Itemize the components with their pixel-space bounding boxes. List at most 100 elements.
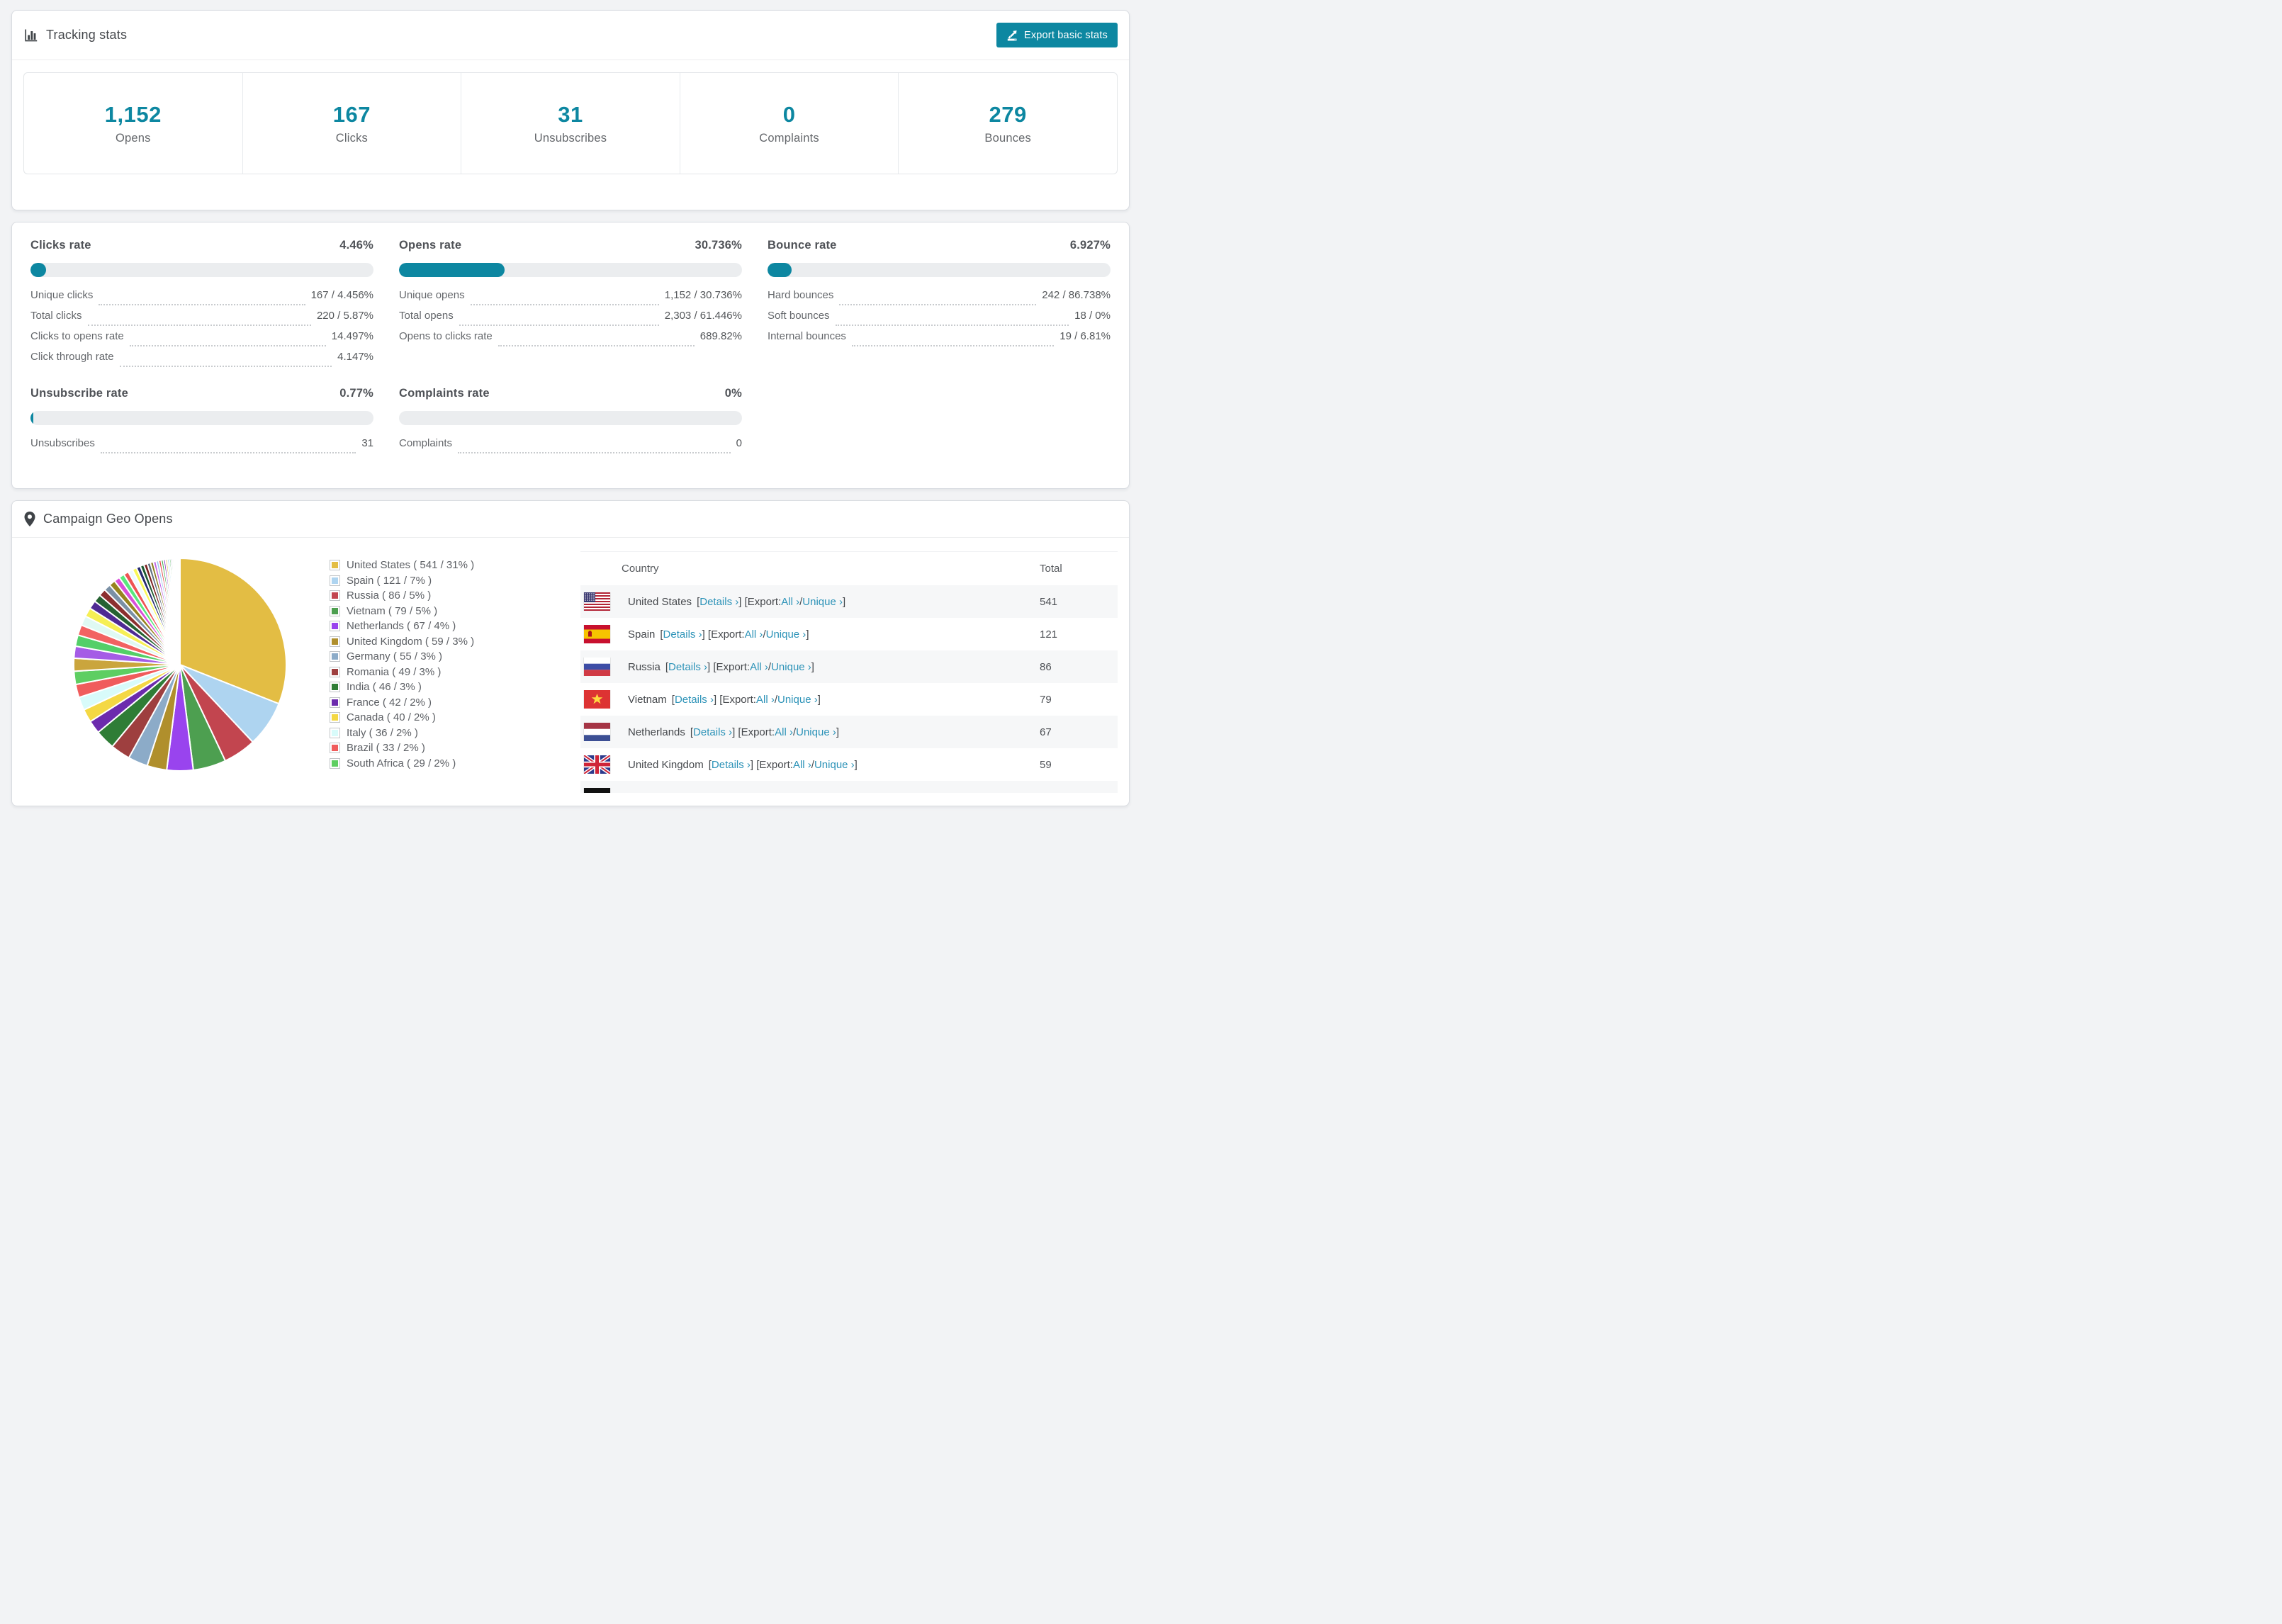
column-header-country: Country — [622, 563, 659, 575]
export-all-link[interactable]: All › — [781, 596, 799, 608]
export-all-link[interactable]: All › — [775, 726, 793, 738]
legend-item-spain[interactable]: Spain ( 121 / 7% ) — [330, 575, 563, 586]
rate-row-label: Clicks to opens rate — [30, 330, 124, 342]
rate-row-value: 14.497% — [331, 330, 373, 342]
progress-bar-complaints — [399, 411, 742, 425]
legend-label: Russia ( 86 / 5% ) — [347, 590, 432, 602]
dotted-leader — [459, 325, 659, 326]
legend-swatch — [330, 651, 340, 662]
dotted-leader — [129, 345, 326, 346]
legend-item-italy[interactable]: Italy ( 36 / 2% ) — [330, 726, 563, 739]
export-basic-stats-button[interactable]: Export basic stats — [996, 23, 1118, 47]
legend-item-canada[interactable]: Canada ( 40 / 2% ) — [330, 712, 563, 723]
rate-row-value: 31 — [361, 437, 373, 449]
legend-item-russia[interactable]: Russia ( 86 / 5% ) — [330, 590, 563, 601]
details-link[interactable]: Details › — [675, 694, 714, 706]
legend-label: Spain ( 121 / 7% ) — [347, 574, 432, 587]
dotted-leader — [100, 452, 356, 453]
legend-label: Italy ( 36 / 2% ) — [347, 726, 418, 739]
country-name: United States — [628, 595, 692, 608]
rate-row: Unique clicks 167 / 4.456% — [30, 289, 373, 310]
country-name: Netherlands — [628, 726, 685, 738]
rate-heading: Opens rate 30.736% — [399, 239, 742, 252]
export-unique-link[interactable]: Unique › — [777, 694, 818, 706]
progress-bar-opens — [399, 263, 742, 277]
rate-value: 0% — [724, 387, 742, 400]
legend-swatch — [330, 621, 340, 631]
stat-value: 1,152 — [104, 101, 162, 127]
details-link[interactable]: Details › — [668, 661, 707, 673]
pie-svg[interactable] — [72, 556, 288, 773]
rate-row: Soft bounces 18 / 0% — [768, 310, 1111, 330]
dotted-leader — [99, 304, 305, 305]
rate-row-label: Internal bounces — [768, 330, 846, 342]
progress-fill — [399, 263, 505, 277]
legend-item-south-africa[interactable]: South Africa ( 29 / 2% ) — [330, 757, 563, 769]
geo-table-header: Country Total — [580, 551, 1118, 585]
export-all-link[interactable]: All › — [793, 759, 811, 771]
progress-fill — [768, 263, 792, 277]
export-unique-link[interactable]: Unique › — [766, 628, 806, 641]
rate-row-value: 1,152 / 30.736% — [664, 289, 742, 301]
page: Tracking stats Export basic stats 1,152 O… — [0, 10, 1141, 806]
flag-icon-gb — [583, 755, 612, 774]
rate-row: Opens to clicks rate 689.82% — [399, 330, 742, 351]
dotted-leader — [851, 345, 1055, 346]
geo-table-row-vn: Vietnam[Details ›] [Export: All › / Uniq… — [580, 683, 1118, 716]
rate-row: Unsubscribes 31 — [30, 437, 373, 458]
rate-title: Unsubscribe rate — [30, 387, 128, 400]
export-unique-link[interactable]: Unique › — [814, 759, 855, 771]
progress-fill — [30, 411, 33, 425]
details-link[interactable]: Details › — [663, 628, 702, 641]
details-link[interactable]: Details › — [693, 726, 732, 738]
export-unique-link[interactable]: Unique › — [802, 596, 843, 608]
dotted-leader — [498, 345, 695, 346]
legend-item-romania[interactable]: Romania ( 49 / 3% ) — [330, 666, 563, 677]
details-link[interactable]: Details › — [699, 596, 738, 608]
legend-item-france[interactable]: France ( 42 / 2% ) — [330, 697, 563, 708]
country-cell: Vietnam[Details ›] [Export: All › / Uniq… — [580, 690, 1040, 709]
dotted-leader — [458, 452, 731, 453]
stat-value: 279 — [989, 101, 1027, 127]
stat-label: Complaints — [759, 131, 819, 145]
rate-title: Opens rate — [399, 239, 462, 252]
rate-row: Total opens 2,303 / 61.446% — [399, 310, 742, 330]
legend-label: South Africa ( 29 / 2% ) — [347, 757, 456, 769]
legend-item-vietnam[interactable]: Vietnam ( 79 / 5% ) — [330, 605, 563, 616]
rate-row-value: 0 — [736, 437, 742, 449]
rate-row-label: Unsubscribes — [30, 437, 95, 449]
legend-item-india[interactable]: India ( 46 / 3% ) — [330, 682, 563, 692]
rates-grid: Clicks rate 4.46% Unique clicks 167 / 4.456… — [30, 239, 1111, 458]
stat-clicks: 167 Clicks — [243, 73, 462, 174]
export-all-link[interactable]: All › — [750, 661, 768, 673]
rate-row: Clicks to opens rate 14.497% — [30, 330, 373, 351]
legend-label: India ( 46 / 3% ) — [347, 681, 422, 693]
rate-row: Click through rate 4.147% — [30, 351, 373, 371]
export-unique-link[interactable]: Unique › — [796, 726, 836, 738]
export-all-link[interactable]: All › — [756, 694, 775, 706]
legend-item-brazil[interactable]: Brazil ( 33 / 2% ) — [330, 743, 563, 753]
rate-row: Total clicks 220 / 5.87% — [30, 310, 373, 330]
export-unique-link[interactable]: Unique › — [771, 661, 811, 673]
legend-swatch — [330, 636, 340, 647]
total-cell: 86 — [1040, 660, 1052, 673]
country-name: Vietnam — [628, 693, 667, 706]
rate-value: 30.736% — [695, 239, 742, 252]
legend-item-netherlands[interactable]: Netherlands ( 67 / 4% ) — [330, 621, 563, 631]
legend-item-united-states[interactable]: United States ( 541 / 31% ) — [330, 560, 563, 570]
details-link[interactable]: Details › — [712, 759, 751, 771]
details-link[interactable]: Details › — [680, 791, 719, 794]
legend-item-united-kingdom[interactable]: United Kingdom ( 59 / 3% ) — [330, 636, 563, 647]
export-unique-link[interactable]: Unique › — [782, 791, 823, 794]
country-cell: Netherlands[Details ›] [Export: All › / … — [580, 723, 1040, 741]
legend-label: Germany ( 55 / 3% ) — [347, 650, 443, 662]
export-all-link[interactable]: All › — [745, 628, 763, 641]
rate-row-label: Opens to clicks rate — [399, 330, 493, 342]
rate-row: Unique opens 1,152 / 30.736% — [399, 289, 742, 310]
export-all-link[interactable]: All › — [761, 791, 780, 794]
legend-swatch — [330, 712, 340, 723]
stat-label: Opens — [115, 131, 151, 145]
legend-item-germany[interactable]: Germany ( 55 / 3% ) — [330, 651, 563, 662]
rate-heading: Bounce rate 6.927% — [768, 239, 1111, 252]
geo-pie-chart[interactable] — [25, 550, 330, 793]
